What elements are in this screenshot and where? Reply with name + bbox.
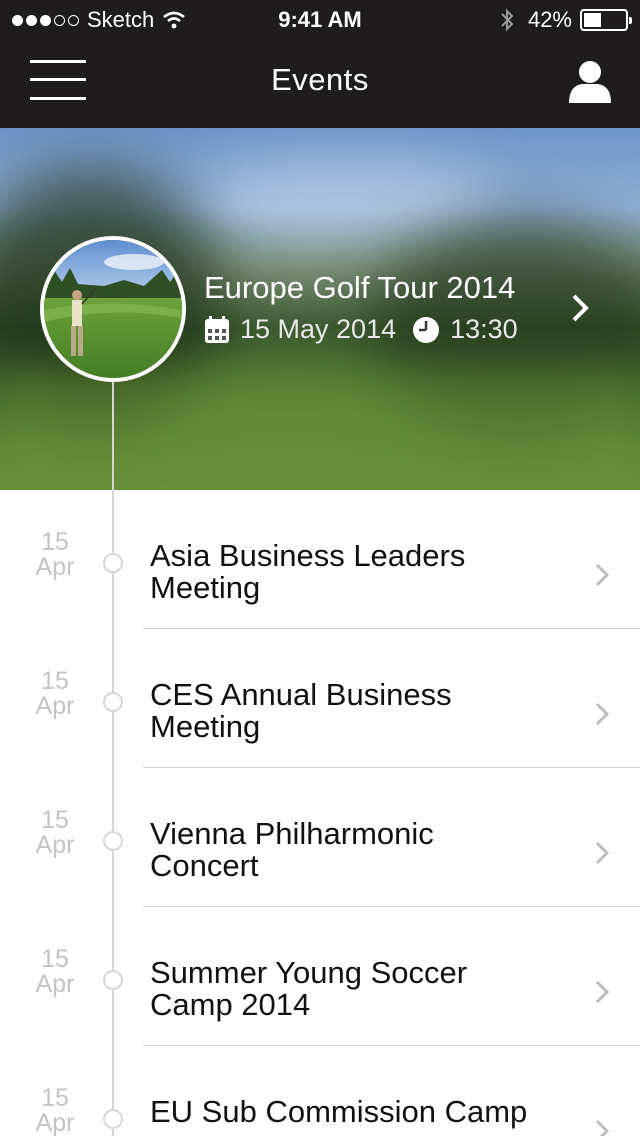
event-date-month: Apr [35,553,75,581]
event-date: 15 Apr [22,530,88,580]
clock-icon [413,316,440,343]
timeline-node [103,1109,123,1129]
event-date: 15 Apr [22,947,88,997]
event-title: Summer Young Soccer Camp 2014 [150,955,468,1022]
event-date: 15 Apr [22,1086,88,1136]
event-list: 15 Apr Asia Business Leaders Meeting 15 Apr C… [0,490,640,1136]
event-date-month: Apr [35,831,75,859]
page-title: Events [271,62,369,97]
chevron-right-icon [595,980,610,1004]
event-date-day: 15 [41,667,69,695]
battery-area: 42% [500,7,632,33]
user-icon[interactable] [568,58,612,104]
timeline-node [103,831,123,851]
event-date: 15 Apr [22,808,88,858]
event-title: Vienna Philharmonic Concert [150,816,434,883]
status-bar: Sketch 9:41 AM 42% [0,0,640,40]
event-row[interactable]: 15 Apr EU Sub Commission Camp [0,1046,640,1136]
featured-event-time: 13:30 [450,314,518,344]
timeline-node [103,970,123,990]
event-date-day: 15 [41,1084,69,1112]
event-date-day: 15 [41,945,69,973]
event-date-day: 15 [41,528,69,556]
featured-event-title: Europe Golf Tour 2014 [204,270,516,305]
chevron-right-icon[interactable] [566,292,594,324]
event-date: 15 Apr [22,669,88,719]
event-row[interactable]: 15 Apr CES Annual Business Meeting [0,629,640,768]
battery-fill [584,13,601,27]
featured-event-meta: 15 May 2014 13:30 [204,314,518,345]
event-date-month: Apr [35,970,75,998]
chevron-right-icon [595,1119,610,1136]
calendar-icon [205,315,229,343]
event-row[interactable]: 15 Apr Vienna Philharmonic Concert [0,768,640,907]
chevron-right-icon [595,563,610,587]
event-row[interactable]: 15 Apr Asia Business Leaders Meeting [0,490,640,629]
featured-event-photo [40,236,186,382]
event-title: Asia Business Leaders Meeting [150,538,466,605]
timeline-node [103,553,123,573]
chevron-right-icon [595,841,610,865]
event-date-day: 15 [41,806,69,834]
event-row[interactable]: 15 Apr Summer Young Soccer Camp 2014 [0,907,640,1046]
timeline-node [103,692,123,712]
timeline-line [112,382,114,1136]
event-title: EU Sub Commission Camp [150,1094,528,1129]
bluetooth-icon [501,8,514,32]
event-date-month: Apr [35,692,75,720]
battery-percent: 42% [527,7,572,32]
event-date-month: Apr [35,1109,75,1136]
battery-icon [580,9,632,31]
chevron-right-icon [595,702,610,726]
featured-event-date: 15 May 2014 [240,314,397,344]
event-title: CES Annual Business Meeting [150,677,452,744]
top-bar: Sketch 9:41 AM 42% Events [0,0,640,128]
